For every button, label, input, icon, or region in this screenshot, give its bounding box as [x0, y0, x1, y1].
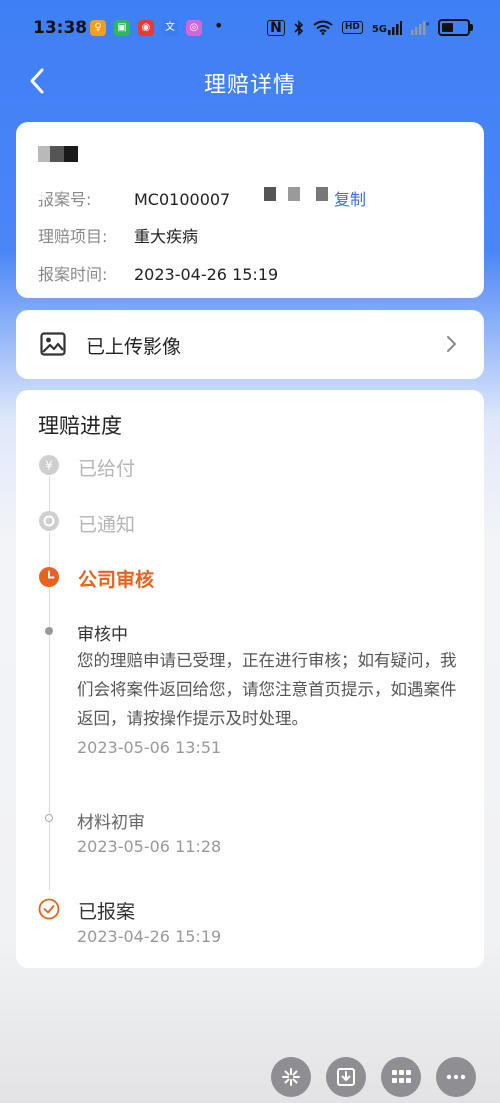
timeline-dot: [45, 627, 53, 635]
page-title: 理赔详情: [203, 73, 296, 98]
report-time-label: 报案时间:: [38, 265, 108, 284]
sub-step-reviewing-title: 审核中: [77, 625, 128, 645]
timeline-dot: [45, 814, 53, 822]
redaction-block: [288, 187, 300, 201]
step-paid-label: 已给付: [78, 458, 136, 480]
chat-app-icon: ▣: [114, 20, 130, 36]
bluetooth-icon: [294, 19, 303, 36]
nav-bar: 理赔详情: [0, 56, 500, 108]
redaction-mask: [16, 178, 46, 200]
sub-step-reviewing-desc: 您的理赔申请已受理，正在进行审核；如有疑问，我们会将案件返回给您，请您注意首页提…: [77, 651, 457, 728]
translate-icon: 文: [162, 20, 178, 36]
svg-text:×: ×: [425, 21, 429, 28]
image-icon: [40, 332, 66, 356]
check-circle-icon: [38, 898, 60, 920]
weibo-icon: ◉: [138, 20, 154, 36]
wifi-icon: [313, 20, 333, 35]
signal-5g-icon: 5G: [372, 20, 402, 35]
report-time-value: 2023-04-26 15:19: [134, 265, 279, 284]
sparkle-button[interactable]: [271, 1057, 311, 1097]
yuan-payment-icon: ¥: [39, 455, 59, 475]
step-notified-label: 已通知: [78, 514, 136, 536]
uploaded-images-label: 已上传影像: [86, 336, 182, 358]
hd-voice-icon: HD: [341, 21, 363, 34]
sub-step-initial-review-time: 2023-05-06 11:28: [77, 837, 222, 856]
copy-button[interactable]: 复制: [334, 186, 366, 210]
gallery-app-icon: ◎: [186, 20, 202, 36]
report-number-row: 报案号: MC0100007: [38, 186, 230, 210]
nfc-icon: N: [267, 19, 285, 36]
grid-menu-button[interactable]: [381, 1057, 421, 1097]
status-indicators: N HD 5G ×: [267, 19, 473, 36]
signal-secondary-icon: ×: [411, 20, 429, 35]
redaction-block: [316, 187, 328, 201]
redacted-name: [38, 146, 78, 162]
progress-title: 理赔进度: [38, 414, 122, 438]
clock-icon: [39, 567, 59, 587]
report-number-value: MC0100007: [134, 190, 231, 209]
svg-text:¥: ¥: [45, 459, 53, 473]
more-dots-icon: [446, 1074, 466, 1080]
sub-step-initial-review-title: 材料初审: [77, 813, 145, 833]
more-notifications-dot: •: [214, 16, 224, 35]
uploaded-images-row[interactable]: 已上传影像: [16, 310, 484, 379]
grid-icon: [392, 1070, 411, 1083]
notified-icon: [39, 511, 59, 531]
report-number-label: 报案号:: [38, 190, 92, 209]
more-button[interactable]: [436, 1057, 476, 1097]
redaction-block: [264, 187, 276, 201]
download-button[interactable]: [326, 1057, 366, 1097]
chevron-right-icon: [447, 336, 456, 352]
status-time: 13:38: [33, 18, 88, 38]
report-time-row: 报案时间: 2023-04-26 15:19: [38, 261, 278, 285]
step-company-review-label: 公司审核: [78, 569, 155, 591]
sparkle-icon: [282, 1068, 300, 1086]
download-icon: [337, 1068, 355, 1086]
status-bar: 13:38 ♀ ▣ ◉ 文 ◎ • N HD 5G ×: [0, 0, 500, 56]
claim-item-row: 理赔项目: 重大疾病: [38, 223, 198, 247]
battery-icon: [438, 19, 473, 36]
claim-item-value: 重大疾病: [134, 227, 199, 246]
app-notification-icon: ♀: [90, 20, 106, 36]
claim-item-label: 理赔项目:: [38, 227, 108, 246]
claim-info-card: 报案号: MC0100007 复制 理赔项目: 重大疾病 报案时间: 2023-04-…: [16, 122, 484, 298]
step-reported-label: 已报案: [78, 901, 136, 923]
claim-progress-card: 理赔进度 ¥ 已给付 已通知 公司审核 审核中 您的理赔申请已受理，正在进行审核…: [16, 390, 484, 968]
sub-step-reviewing-time: 2023-05-06 13:51: [77, 738, 222, 757]
step-reported-time: 2023-04-26 15:19: [77, 927, 222, 946]
